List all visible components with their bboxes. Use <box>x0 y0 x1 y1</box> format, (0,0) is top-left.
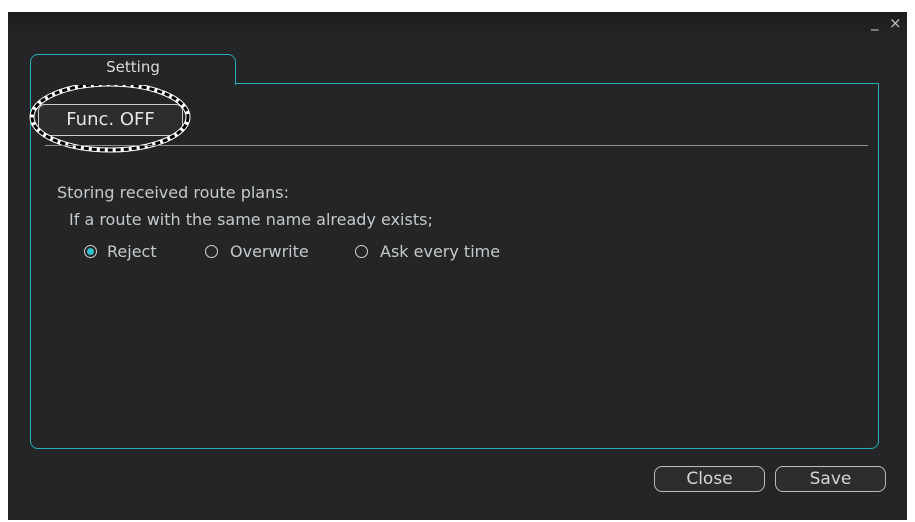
close-button[interactable]: Close <box>654 466 765 492</box>
title-bar: _ × <box>8 12 907 39</box>
ask-every-time-label: Ask every time <box>380 242 501 261</box>
save-button[interactable]: Save <box>775 466 886 492</box>
divider <box>45 145 868 146</box>
tab-setting-label: Setting <box>106 58 160 76</box>
overwrite-label: Overwrite <box>230 242 309 261</box>
func-off-button[interactable]: Func. OFF <box>38 104 183 136</box>
reject-radio[interactable] <box>84 245 97 258</box>
minimize-icon[interactable]: _ <box>871 15 879 30</box>
overwrite-radio[interactable] <box>205 245 218 258</box>
ask-every-time-radio[interactable] <box>355 245 368 258</box>
reject-label: Reject <box>107 242 157 261</box>
panel-border <box>234 83 877 84</box>
tab-setting[interactable]: Setting <box>30 54 236 85</box>
setting-panel <box>30 83 879 449</box>
section-title: Storing received route plans: <box>57 183 289 202</box>
condition-text: If a route with the same name already ex… <box>69 210 433 229</box>
close-icon[interactable]: × <box>889 16 902 31</box>
